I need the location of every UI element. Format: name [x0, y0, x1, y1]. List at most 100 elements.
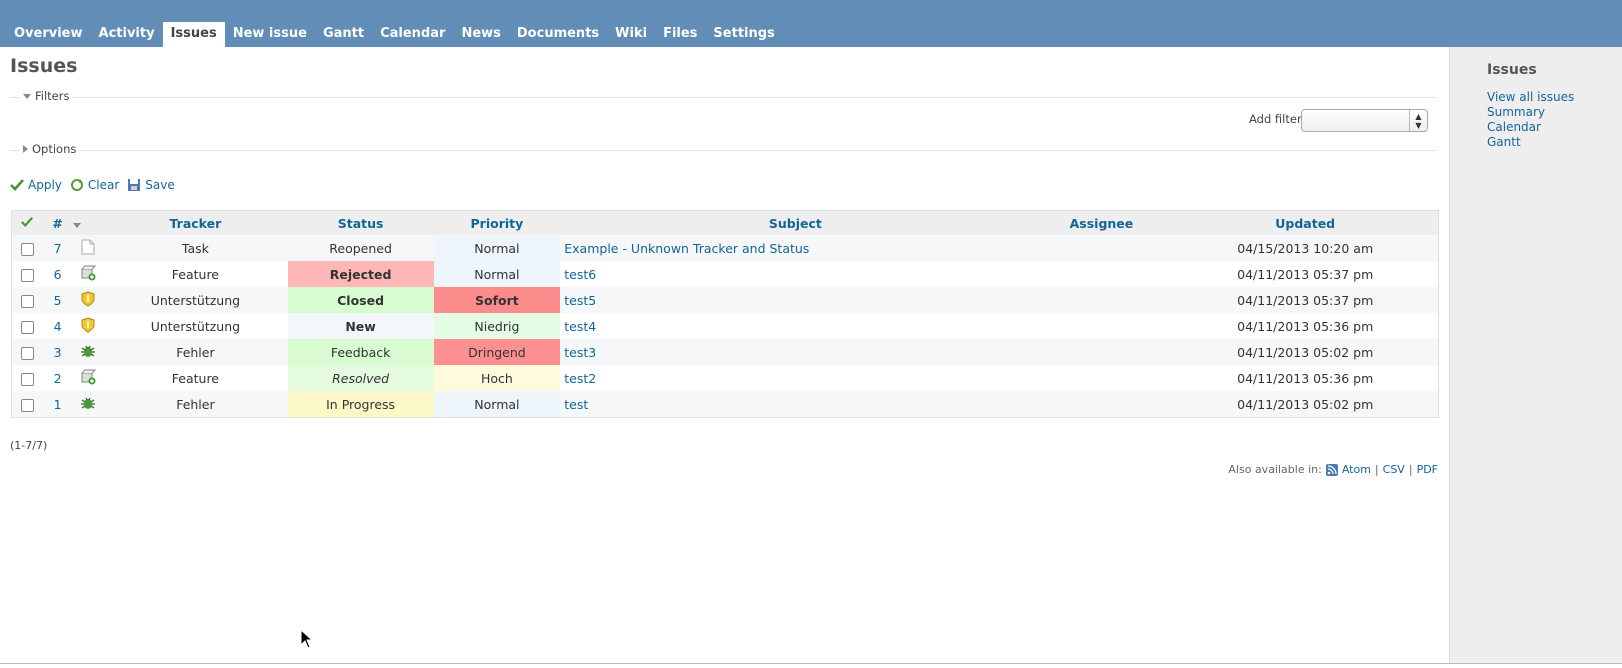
add-filter-select[interactable]: ▲ ▼	[1301, 109, 1428, 132]
row-checkbox[interactable]	[12, 235, 43, 261]
tracker-cell: Feature	[103, 261, 288, 287]
table-row[interactable]: 5 Unterstützung Closed Sofort test5 04/11/201…	[12, 287, 1438, 313]
tracker-cell: Unterstützung	[103, 313, 288, 339]
priority-cell: Normal	[433, 235, 561, 261]
csv-link[interactable]: CSV	[1383, 463, 1405, 476]
tab-news[interactable]: News	[453, 22, 508, 47]
sidebar-link-gantt[interactable]: Gantt	[1487, 135, 1574, 150]
add-filter-label: Add filter	[1249, 112, 1302, 126]
sidebar-link-view-all-issues[interactable]: View all issues	[1487, 90, 1574, 105]
status-cell: Resolved	[287, 365, 434, 391]
table-row[interactable]: 1 Fehler In Progress Normal test 04/11/2013 0…	[12, 391, 1438, 417]
tab-gantt[interactable]: Gantt	[315, 22, 372, 47]
save-button[interactable]: Save	[127, 178, 175, 192]
status-cell: Feedback	[287, 339, 434, 365]
table-row[interactable]: 7 Task Reopened Normal Example - Unknown Tra…	[12, 235, 1438, 261]
pdf-link[interactable]: PDF	[1417, 463, 1438, 476]
issue-id-link[interactable]: 1	[54, 397, 62, 412]
tab-new-issue[interactable]: New issue	[225, 22, 315, 47]
subject-cell: test2	[560, 365, 1031, 391]
column-header-id[interactable]: #	[42, 211, 73, 235]
bug-icon	[72, 391, 104, 417]
subject-link[interactable]: test3	[564, 345, 596, 360]
subject-link[interactable]: test5	[564, 293, 596, 308]
support-shield-icon	[72, 313, 104, 339]
table-row[interactable]: 4 Unterstützung New Niedrig test4 04/11/2013 …	[12, 313, 1438, 339]
tab-settings[interactable]: Settings	[705, 22, 782, 47]
row-checkbox[interactable]	[12, 391, 43, 417]
issues-table: # Tracker Status Priority Subject Assign…	[11, 210, 1439, 418]
updated-cell: 04/11/2013 05:36 pm	[1172, 313, 1438, 339]
priority-cell: Normal	[433, 391, 561, 417]
table-row[interactable]: 3 Fehler Feedback Dringend test3 04/11/2013 0…	[12, 339, 1438, 365]
table-row[interactable]: 2 Feature Resolved Hoch test2 04/11/2013 05:3…	[12, 365, 1438, 391]
column-header-updated[interactable]: Updated	[1172, 211, 1438, 235]
document-icon	[72, 235, 104, 261]
assignee-cell	[1030, 365, 1173, 391]
main-menu: Overview Activity Issues New issue Gantt Cale…	[6, 22, 783, 47]
pagination-count: (1-7/7)	[10, 439, 48, 452]
bug-icon	[72, 339, 104, 365]
issue-id-link[interactable]: 6	[54, 267, 62, 282]
subject-link[interactable]: test	[564, 397, 588, 412]
separator: |	[1408, 463, 1413, 476]
tab-documents[interactable]: Documents	[509, 22, 607, 47]
tab-issues[interactable]: Issues	[162, 22, 225, 47]
tab-calendar[interactable]: Calendar	[372, 22, 453, 47]
checkmark-icon	[10, 179, 24, 191]
row-checkbox[interactable]	[12, 365, 43, 391]
subject-link[interactable]: test6	[564, 267, 596, 282]
options-legend: Options	[32, 142, 77, 156]
updated-cell: 04/15/2013 10:20 am	[1172, 235, 1438, 261]
row-checkbox[interactable]	[12, 339, 43, 365]
sidebar-links: View all issues Summary Calendar Gantt	[1487, 90, 1574, 150]
sort-desc-icon[interactable]	[72, 211, 104, 235]
tab-wiki[interactable]: Wiki	[607, 22, 655, 47]
floppy-disk-icon	[128, 179, 141, 191]
query-actions: Apply Clear Save	[10, 178, 183, 192]
issue-id-cell: 7	[42, 235, 73, 261]
column-header-assignee[interactable]: Assignee	[1030, 211, 1173, 235]
tab-files[interactable]: Files	[655, 22, 705, 47]
tab-overview[interactable]: Overview	[6, 22, 91, 47]
row-checkbox[interactable]	[12, 261, 43, 287]
filters-toggle[interactable]: Filters	[20, 89, 73, 103]
issue-id-link[interactable]: 5	[54, 293, 62, 308]
priority-cell: Hoch	[433, 365, 561, 391]
tab-activity[interactable]: Activity	[91, 22, 163, 47]
save-label: Save	[145, 178, 175, 192]
column-header-subject[interactable]: Subject	[560, 211, 1031, 235]
mouse-cursor-icon	[300, 629, 314, 649]
issue-id-cell: 1	[42, 391, 73, 417]
feature-package-icon	[72, 365, 104, 391]
row-checkbox[interactable]	[12, 313, 43, 339]
issue-id-link[interactable]: 3	[54, 345, 62, 360]
subject-link[interactable]: Example - Unknown Tracker and Status	[564, 241, 809, 256]
issue-id-cell: 2	[42, 365, 73, 391]
updated-cell: 04/11/2013 05:36 pm	[1172, 365, 1438, 391]
issue-id-link[interactable]: 4	[54, 319, 62, 334]
apply-button[interactable]: Apply	[10, 178, 62, 192]
sidebar-link-summary[interactable]: Summary	[1487, 105, 1574, 120]
tracker-cell: Fehler	[103, 391, 288, 417]
column-header-tracker[interactable]: Tracker	[103, 211, 288, 235]
toggle-all-checkbox[interactable]	[12, 211, 43, 235]
table-row[interactable]: 6 Feature Rejected Normal test6 04/11/2013 05…	[12, 261, 1438, 287]
separator: |	[1374, 463, 1379, 476]
options-toggle[interactable]: Options	[20, 142, 80, 156]
tracker-cell: Fehler	[103, 339, 288, 365]
clear-button[interactable]: Clear	[70, 178, 119, 192]
column-header-priority[interactable]: Priority	[433, 211, 561, 235]
atom-link[interactable]: Atom	[1342, 463, 1371, 476]
other-formats: Also available in: Atom | CSV | PDF	[1228, 463, 1438, 476]
issue-id-link[interactable]: 2	[54, 371, 62, 386]
subject-link[interactable]: test2	[564, 371, 596, 386]
column-header-status[interactable]: Status	[287, 211, 434, 235]
filters-divider	[10, 97, 1437, 98]
clear-label: Clear	[87, 178, 120, 192]
issue-id-link[interactable]: 7	[54, 241, 62, 256]
row-checkbox[interactable]	[12, 287, 43, 313]
subject-link[interactable]: test4	[564, 319, 596, 334]
sidebar-title: Issues	[1487, 62, 1537, 78]
sidebar-link-calendar[interactable]: Calendar	[1487, 120, 1574, 135]
